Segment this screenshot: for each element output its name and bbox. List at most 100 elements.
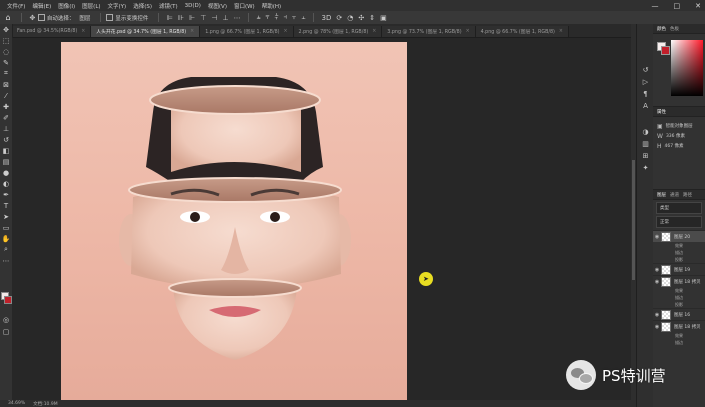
eye-icon[interactable]: ◉ [653,312,661,318]
marquee-tool-icon[interactable]: ⬚ [0,35,12,46]
eye-icon[interactable]: ◉ [653,324,661,330]
tab-document[interactable]: Fan.psd @ 34.5%(RGB/8) × [12,26,92,37]
scrollbar-thumb[interactable] [632,160,635,280]
eye-icon[interactable]: ◉ [653,267,661,273]
history-icon[interactable]: ↺ [637,64,654,76]
menu-item-layer[interactable]: 图层(L) [82,2,100,10]
hand-tool-icon[interactable]: ✋ [0,233,12,244]
menu-item-help[interactable]: 帮助(H) [262,2,281,10]
layer-effect[interactable]: 描边 [653,249,705,256]
zoom-level[interactable]: 34.69% [8,401,25,406]
blur-tool-icon[interactable]: ● [0,167,12,178]
distribute-center-icon[interactable]: ⫧ [266,13,270,22]
tab-paths[interactable]: 路径 [683,192,692,198]
crop-tool-icon[interactable]: ⌗ [0,68,12,79]
tab-document[interactable]: 3.png @ 73.7% (图层 1, RGB/8) × [382,26,476,37]
tab-color[interactable]: 颜色 [657,26,666,32]
color-field[interactable] [671,40,703,96]
height-value[interactable]: 467 像素 [665,143,684,149]
tab-swatches[interactable]: 色板 [670,26,679,32]
menu-item-3d[interactable]: 3D(D) [185,3,201,9]
dodge-tool-icon[interactable]: ◐ [0,178,12,189]
history-brush-icon[interactable]: ↺ [0,134,12,145]
healing-brush-icon[interactable]: ✚ [0,101,12,112]
menu-item-view[interactable]: 视图(V) [208,2,227,10]
3d-slide-icon[interactable]: ⇕ [369,14,375,22]
distribute-bottom-icon[interactable]: ⫩ [274,13,278,22]
quick-mask-icon[interactable]: ◎ [0,314,12,325]
layer-row[interactable]: ◉ 图层 18 拷贝 [653,320,705,332]
document-canvas[interactable] [61,42,407,400]
home-icon[interactable]: ⌂ [0,13,16,22]
align-right-icon[interactable]: ⊩ [189,14,195,22]
shape-tool-icon[interactable]: ▭ [0,222,12,233]
layer-row[interactable]: ◉ 图层 16 [653,308,705,320]
maximize-button[interactable]: □ [674,2,681,10]
lasso-tool-icon[interactable]: ◌ [0,46,12,57]
paragraph-icon[interactable]: ¶ [637,88,654,100]
layer-select-dropdown[interactable]: 图层 [79,14,90,22]
distribute-left-icon[interactable]: ⫞ [284,13,288,22]
close-icon[interactable]: × [466,29,470,34]
tab-document[interactable]: 1.png @ 66.7% (图层 1, RGB/8) × [200,26,294,37]
tab-channels[interactable]: 通道 [670,192,679,198]
layer-effect[interactable]: 投影 [653,301,705,308]
tab-document-active[interactable]: 人头开花.psd @ 34.7% (图层 1, RGB/8) × [91,26,201,37]
layer-row[interactable]: ◉ 图层 20 [653,230,705,242]
menu-item-type[interactable]: 文字(Y) [108,2,127,10]
3d-roll-icon[interactable]: ◔ [347,14,353,22]
layer-row[interactable]: ◉ 图层 19 [653,263,705,275]
pen-tool-icon[interactable]: ✒ [0,189,12,200]
3d-rotate-icon[interactable]: ⟳ [336,14,342,22]
tab-document[interactable]: 4.png @ 66.7% (图层 1, RGB/8) × [475,26,569,37]
more-options-icon[interactable]: ⋯ [234,14,241,22]
align-bottom-icon[interactable]: ⊥ [222,14,228,22]
menu-item-select[interactable]: 选择(S) [133,2,152,10]
styles-icon[interactable]: ⊞ [637,150,654,162]
menu-item-filter[interactable]: 滤镜(T) [159,2,178,10]
paths-icon[interactable]: ✦ [637,162,654,174]
type-tool-icon[interactable]: T [0,200,12,211]
character-icon[interactable]: A [637,100,654,112]
close-icon[interactable]: × [284,29,288,34]
more-tools-icon[interactable]: ⋯ [0,255,12,266]
close-icon[interactable]: × [372,29,376,34]
eye-icon[interactable]: ◉ [653,279,661,285]
3d-scale-icon[interactable]: ▣ [380,14,387,22]
layer-effect[interactable]: 效果 [653,242,705,249]
tab-document[interactable]: 2.png @ 78% (图层 1, RGB/8) × [293,26,383,37]
width-value[interactable]: 336 像素 [666,133,685,139]
auto-select-checkbox[interactable] [37,14,45,21]
tab-properties[interactable]: 属性 [657,109,666,115]
layer-effect[interactable]: 描边 [653,339,705,346]
close-icon[interactable]: × [190,29,194,34]
zoom-tool-icon[interactable]: ⌕ [0,244,12,255]
move-tool-icon[interactable]: ✥ [0,24,12,35]
align-middle-icon[interactable]: ⊣ [211,14,217,22]
actions-icon[interactable]: ▷ [637,76,654,88]
tab-layers[interactable]: 图层 [657,192,666,198]
background-color-swatch[interactable] [661,46,670,55]
layer-effect[interactable]: 投影 [653,256,705,263]
clone-stamp-icon[interactable]: ⊥ [0,123,12,134]
align-center-icon[interactable]: ⊪ [178,14,184,22]
frame-tool-icon[interactable]: ⊠ [0,79,12,90]
layer-kind-filter[interactable]: 类型 [656,202,702,214]
menu-item-edit[interactable]: 编辑(E) [32,2,51,10]
quick-select-tool-icon[interactable]: ✎ [0,57,12,68]
distribute-right-icon[interactable]: ⫠ [301,13,305,22]
show-transform-checkbox[interactable] [106,14,114,21]
background-color-swatch[interactable] [4,296,12,304]
distribute-hcenter-icon[interactable]: ⫟ [292,13,296,22]
path-select-icon[interactable]: ➤ [0,211,12,222]
layer-effect[interactable]: 效果 [653,332,705,339]
screen-mode-icon[interactable]: ▢ [0,326,12,337]
adjustments-icon[interactable]: ◑ [637,126,654,138]
layer-row[interactable]: ◉ 图层 18 拷贝 [653,275,705,287]
close-button[interactable]: ✕ [695,2,701,10]
brush-tool-icon[interactable]: ✐ [0,112,12,123]
move-tool-icon[interactable]: ✥ [30,14,36,22]
close-icon[interactable]: × [559,29,563,34]
menu-item-image[interactable]: 图像(I) [58,2,75,10]
menu-item-file[interactable]: 文件(F) [7,2,25,10]
